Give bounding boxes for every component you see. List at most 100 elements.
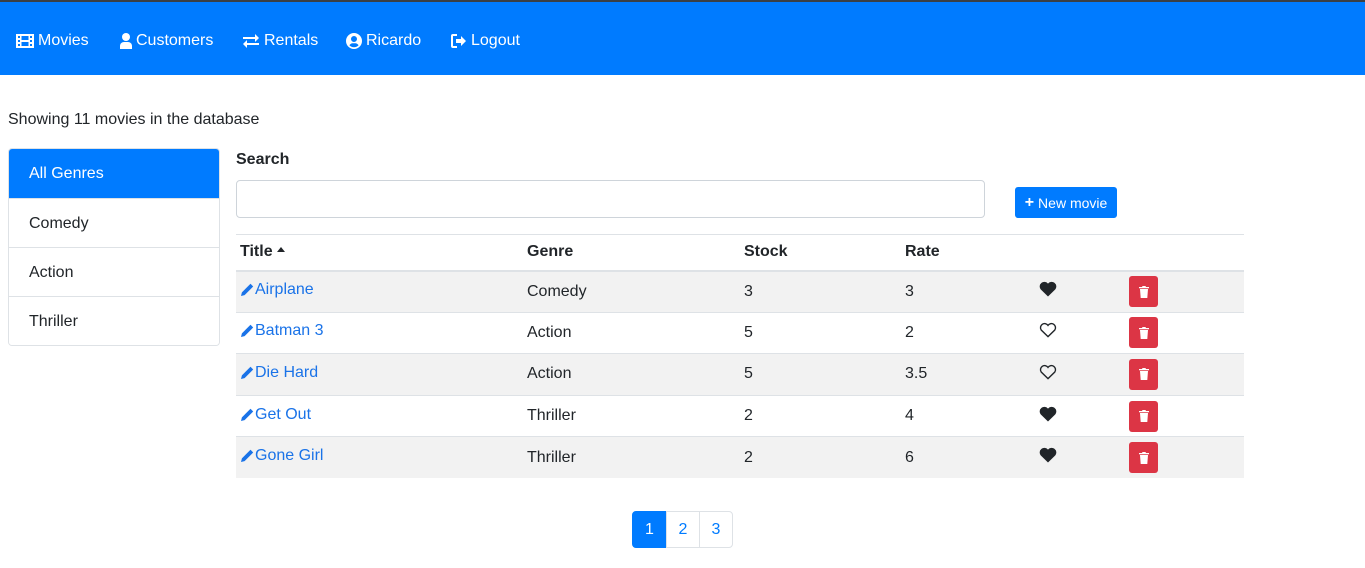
heart-outline-icon[interactable] (1039, 364, 1057, 380)
genre-list: All Genres Comedy Action Thriller (8, 148, 220, 346)
cell-stock: 2 (744, 394, 905, 437)
film-icon (16, 34, 34, 48)
movie-title: Batman 3 (255, 322, 324, 340)
cell-rate: 3.5 (905, 353, 1039, 396)
cell-rate: 2 (905, 311, 1039, 354)
column-header-genre[interactable]: Genre (527, 234, 744, 272)
new-movie-label: New movie (1038, 194, 1108, 211)
exchange-icon (243, 34, 259, 48)
genre-item-thriller[interactable]: Thriller (9, 296, 219, 345)
trash-icon (1138, 368, 1149, 381)
pencil-icon (240, 283, 255, 297)
table-row: Batman 3 Action 5 2 (236, 311, 1244, 354)
column-header-title[interactable]: Title (236, 234, 527, 272)
nav-logout[interactable]: Logout (451, 29, 520, 53)
cell-like (1039, 311, 1129, 354)
search-label: Search (236, 151, 290, 168)
edit-movie-link[interactable]: Airplane (240, 281, 314, 299)
movie-title: Get Out (255, 405, 312, 423)
heart-filled-icon[interactable] (1039, 447, 1057, 463)
delete-button[interactable] (1129, 317, 1158, 349)
table-row: Get Out Thriller 2 4 (236, 394, 1244, 437)
cell-genre: Action (527, 311, 744, 354)
page-1[interactable]: 1 (632, 511, 667, 548)
navbar: Movies Customers Rentals Ricardo Logout (0, 2, 1365, 75)
delete-button[interactable] (1129, 400, 1158, 432)
pencil-icon (240, 324, 255, 338)
cell-rate: 4 (905, 394, 1039, 437)
trash-icon (1138, 285, 1149, 298)
nav-movies-label: Movies (38, 32, 89, 49)
cell-genre: Thriller (527, 436, 744, 479)
cell-like (1039, 436, 1129, 479)
edit-movie-link[interactable]: Get Out (240, 406, 311, 424)
pencil-icon (240, 408, 255, 422)
page-2[interactable]: 2 (666, 511, 700, 548)
cell-title: Get Out (236, 394, 527, 437)
table-row: Airplane Comedy 3 3 (236, 270, 1244, 313)
nav-rentals[interactable]: Rentals (242, 29, 318, 53)
search-input[interactable] (236, 180, 985, 218)
table-row: Die Hard Action 5 3.5 (236, 353, 1244, 396)
cell-genre: Thriller (527, 394, 744, 437)
cell-delete (1129, 270, 1244, 313)
cell-delete (1129, 436, 1244, 479)
trash-icon (1138, 326, 1149, 339)
movies-table: Title Genre Stock Rate Airplane Comedy 3 3 B… (236, 234, 1244, 479)
column-header-like (1039, 234, 1129, 272)
edit-movie-link[interactable]: Batman 3 (240, 322, 323, 340)
cell-title: Die Hard (236, 353, 527, 396)
cell-stock: 2 (744, 436, 905, 479)
cell-genre: Action (527, 353, 744, 396)
heart-filled-icon[interactable] (1039, 281, 1057, 297)
plus-icon: + (1024, 193, 1035, 211)
nav-customers-label: Customers (136, 32, 214, 49)
pencil-icon (240, 366, 255, 380)
user-circle-icon (346, 33, 362, 49)
delete-button[interactable] (1129, 442, 1158, 474)
column-header-delete (1129, 234, 1244, 272)
new-movie-button[interactable]: + New movie (1015, 187, 1117, 218)
nav-movies[interactable]: Movies (16, 29, 89, 53)
column-header-title-label: Title (240, 243, 273, 261)
sign-out-icon (451, 34, 466, 48)
nav-customers[interactable]: Customers (120, 29, 213, 53)
cell-stock: 5 (744, 311, 905, 354)
nav-user[interactable]: Ricardo (346, 29, 421, 53)
cell-like (1039, 353, 1129, 396)
genre-item-all[interactable]: All Genres (9, 149, 219, 198)
cell-title: Airplane (236, 270, 527, 313)
genre-item-comedy[interactable]: Comedy (9, 198, 219, 247)
movie-title: Gone Girl (255, 447, 324, 465)
heart-outline-icon[interactable] (1039, 322, 1057, 338)
column-header-stock[interactable]: Stock (744, 234, 905, 272)
sort-asc-icon (276, 247, 285, 253)
genre-item-action[interactable]: Action (9, 247, 219, 296)
cell-title: Gone Girl (236, 436, 527, 479)
pagination: 1 2 3 (632, 511, 733, 548)
movie-title: Airplane (255, 281, 314, 299)
table-row: Gone Girl Thriller 2 6 (236, 436, 1244, 479)
edit-movie-link[interactable]: Gone Girl (240, 447, 323, 465)
nav-logout-label: Logout (471, 32, 520, 49)
page-3[interactable]: 3 (699, 511, 733, 548)
cell-stock: 5 (744, 353, 905, 396)
cell-rate: 3 (905, 270, 1039, 313)
column-header-rate[interactable]: Rate (905, 234, 1039, 272)
cell-like (1039, 394, 1129, 437)
heart-filled-icon[interactable] (1039, 406, 1057, 422)
cell-stock: 3 (744, 270, 905, 313)
edit-movie-link[interactable]: Die Hard (240, 364, 318, 382)
table-header-row: Title Genre Stock Rate (236, 234, 1244, 272)
nav-user-label: Ricardo (366, 32, 422, 49)
cell-delete (1129, 394, 1244, 437)
nav-rentals-label: Rentals (264, 32, 319, 49)
cell-like (1039, 270, 1129, 313)
cell-delete (1129, 311, 1244, 354)
pencil-icon (240, 449, 255, 463)
trash-icon (1138, 410, 1149, 423)
delete-button[interactable] (1129, 276, 1158, 308)
trash-icon (1138, 451, 1149, 464)
movie-title: Die Hard (255, 363, 319, 381)
delete-button[interactable] (1129, 358, 1158, 390)
